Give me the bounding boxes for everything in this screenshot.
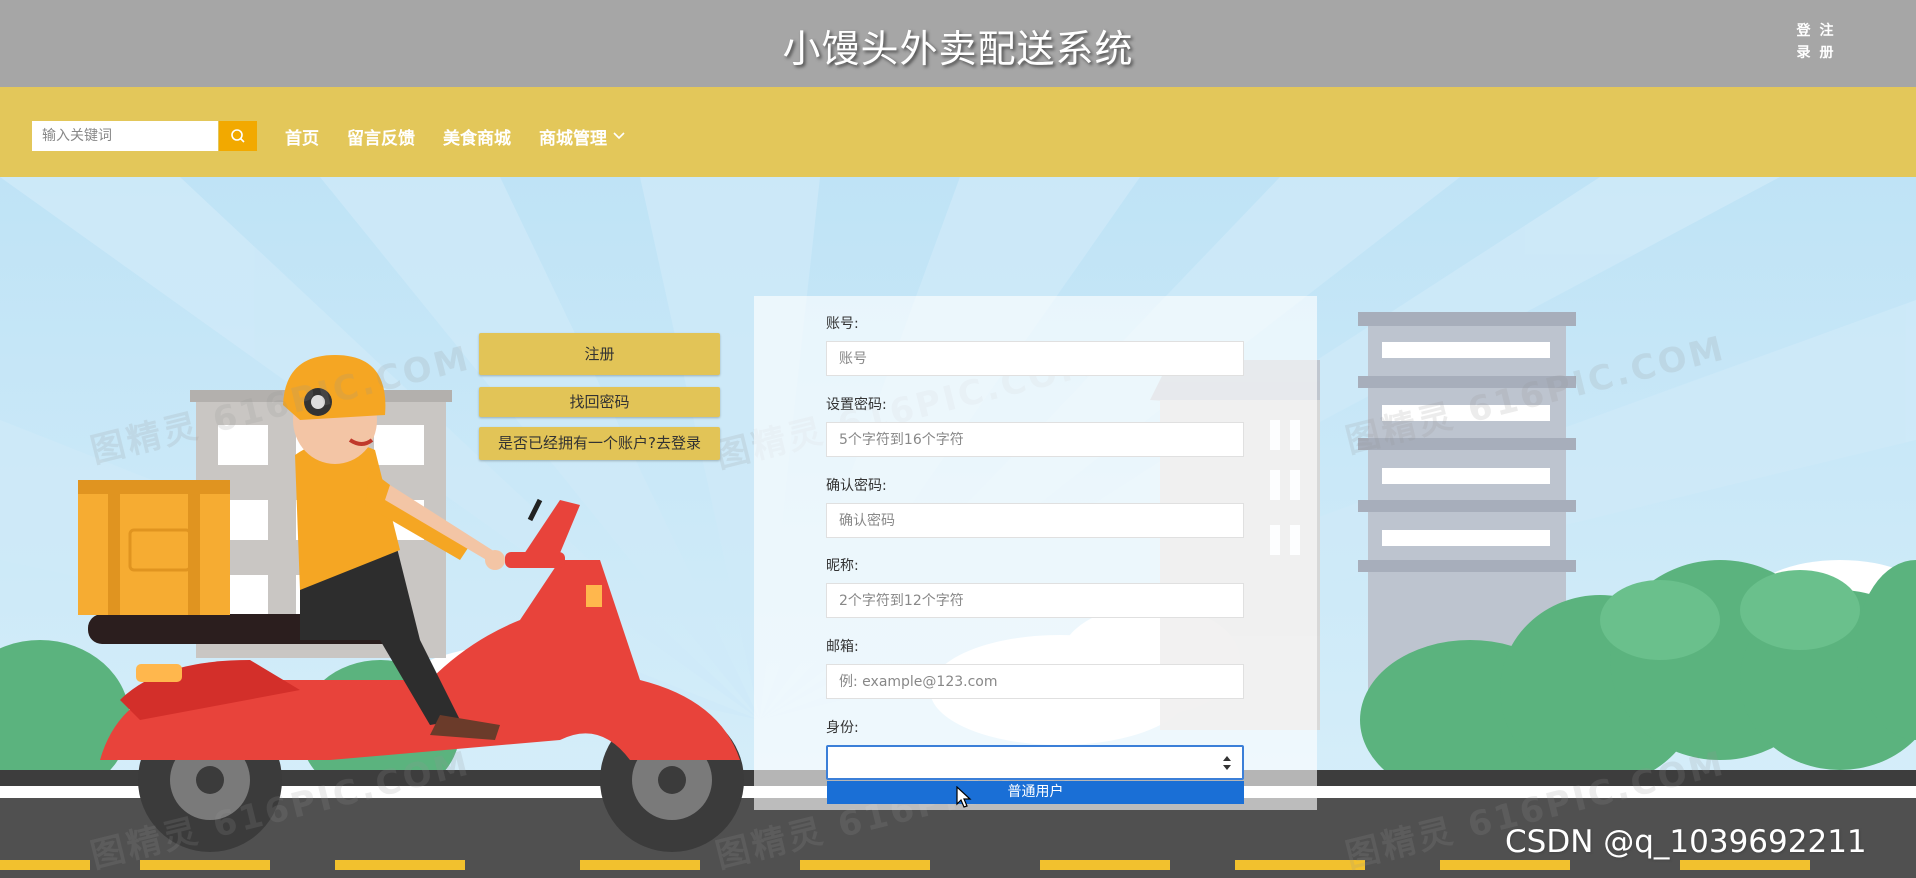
nickname-input[interactable] [826, 583, 1244, 618]
account-input[interactable] [826, 341, 1244, 376]
nav-item-home[interactable]: 首页 [285, 124, 319, 149]
register-link-part-1[interactable]: 注 [1815, 20, 1838, 40]
recover-password-button[interactable]: 找回密码 [479, 387, 720, 417]
select-arrows-icon [1223, 756, 1231, 770]
nav-item-feedback[interactable]: 留言反馈 [347, 124, 415, 149]
confirm-password-label: 确认密码: [826, 478, 887, 494]
go-login-button[interactable]: 是否已经拥有一个账户?去登录 [479, 427, 720, 460]
search-button[interactable] [219, 121, 257, 151]
confirm-password-input[interactable] [826, 503, 1244, 538]
password-input[interactable] [826, 422, 1244, 457]
login-link-part-1[interactable]: 登 [1792, 20, 1815, 40]
role-select[interactable] [826, 745, 1244, 780]
register-button[interactable]: 注册 [479, 333, 720, 375]
password-label: 设置密码: [826, 397, 887, 413]
email-input[interactable] [826, 664, 1244, 699]
delivery-box [78, 480, 230, 615]
title-bar: 小馒头外卖配送系统 登 注 录 册 [0, 0, 1916, 87]
login-link-part-2[interactable]: 录 [1792, 42, 1815, 62]
search-icon [231, 129, 245, 143]
search-input[interactable] [32, 121, 218, 151]
auth-links: 登 注 录 册 [1792, 20, 1838, 62]
nav-item-food-mall[interactable]: 美食商城 [443, 124, 511, 149]
nav-bar: 首页 留言反馈 美食商城 商城管理 [0, 87, 1916, 177]
mouse-cursor-icon [956, 786, 972, 808]
register-link-part-2[interactable]: 册 [1815, 42, 1838, 62]
site-title: 小馒头外卖配送系统 [782, 27, 1134, 71]
role-label: 身份: [826, 720, 859, 736]
nav-menu: 首页 留言反馈 美食商城 商城管理 [285, 121, 625, 151]
csdn-watermark: CSDN @q_1039692211 [1505, 824, 1867, 860]
nickname-label: 昵称: [826, 558, 859, 574]
email-label: 邮箱: [826, 639, 859, 655]
role-option-regular-user[interactable]: 普通用户 [827, 781, 1244, 804]
nav-item-mall-management[interactable]: 商城管理 [539, 124, 625, 149]
account-label: 账号: [826, 316, 859, 332]
chevron-down-icon [613, 132, 625, 140]
nav-item-mall-management-label: 商城管理 [539, 128, 607, 149]
